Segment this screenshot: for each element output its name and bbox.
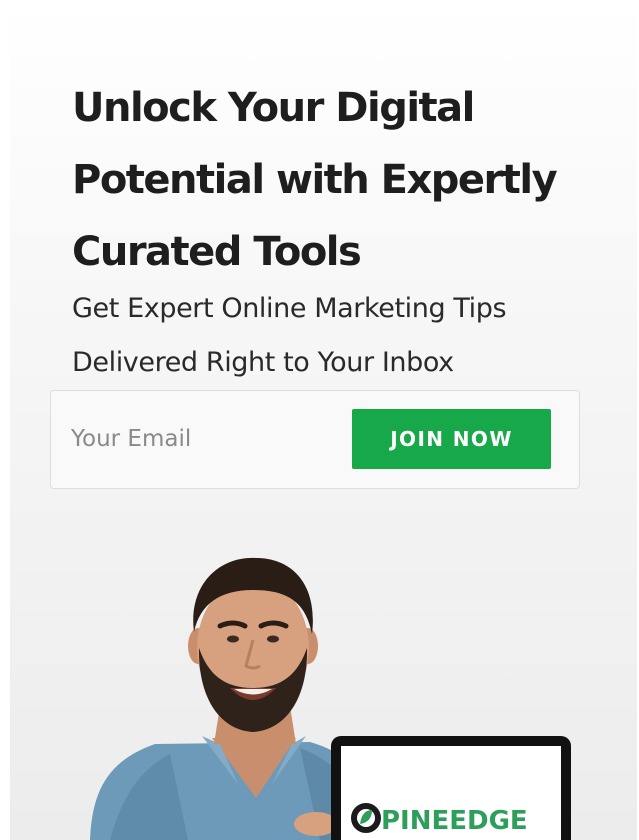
- headline-line-3: Curated Tools: [72, 229, 362, 275]
- page-title: Unlock Your Digital Potential with Exper…: [72, 72, 592, 288]
- hero-photo: PINEEDGE: [90, 557, 571, 840]
- join-now-button[interactable]: JOIN NOW: [352, 409, 551, 469]
- brand-logo: PINEEDGE: [351, 803, 528, 836]
- newsletter-banner: Unlock Your Digital Potential with Exper…: [10, 0, 637, 840]
- headline-line-1: Unlock Your Digital: [72, 85, 475, 131]
- subhead-line-2: Delivered Right to Your Inbox: [72, 347, 454, 378]
- subheading: Get Expert Online Marketing Tips Deliver…: [72, 282, 612, 390]
- headline-line-2: Potential with Expertly: [72, 157, 558, 203]
- logo-text: PINEEDGE: [381, 806, 528, 836]
- leaf-circle-icon: [351, 803, 381, 833]
- subhead-line-1: Get Expert Online Marketing Tips: [72, 293, 507, 324]
- email-field[interactable]: [71, 413, 311, 465]
- signup-form: JOIN NOW: [50, 390, 580, 489]
